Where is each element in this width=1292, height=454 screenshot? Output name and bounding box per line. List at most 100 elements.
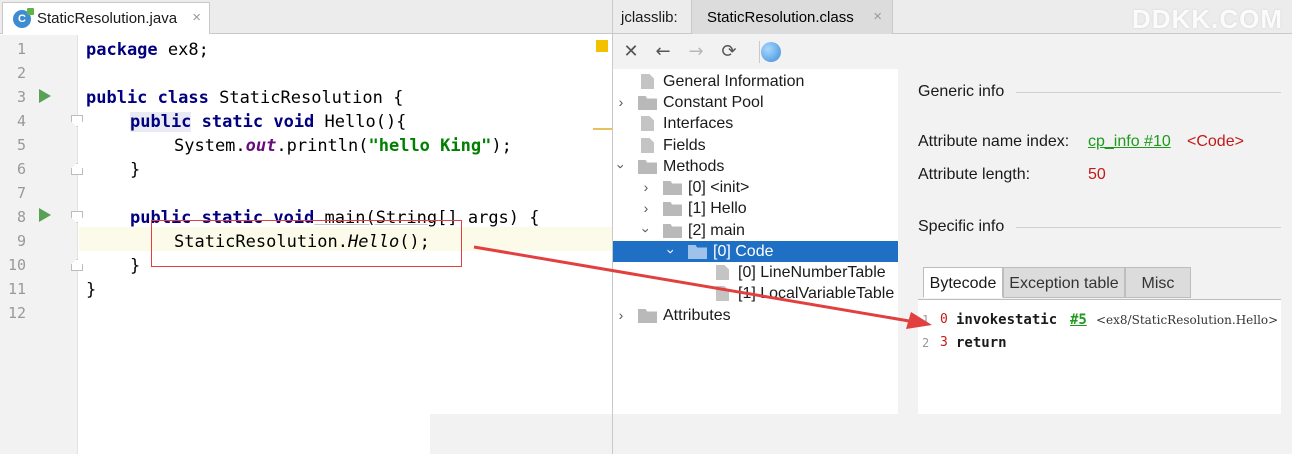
tree-item-label: Fields [663,137,706,154]
bytecode-line-number: 2 [922,336,930,350]
chevron-down-icon[interactable]: › [636,225,657,237]
editor-tab-label: StaticResolution.java [37,10,178,27]
folder-icon [663,224,682,238]
java-class-icon: C [13,8,34,28]
bytecode-opcode: return [956,335,1007,351]
tree-item-method-main[interactable]: › [2] main [613,220,898,241]
watermark: DDKK.COM [1132,4,1283,34]
file-icon [641,138,654,153]
section-divider [1016,92,1281,93]
line-number: 11 [7,280,26,298]
file-icon [641,116,654,131]
chevron-right-icon[interactable]: › [640,177,652,198]
code-line-6: } [130,160,141,180]
chevron-down-icon[interactable]: › [661,246,682,258]
tree-item-label: [0] Code [713,243,774,260]
file-icon [641,74,654,89]
folder-icon [638,96,657,110]
bytecode-view[interactable]: 1 0 invokestatic #5 <ex8/StaticResolutio… [918,299,1281,414]
generic-info-title: Generic info [918,83,1005,100]
run-main-icon[interactable] [39,208,51,222]
jclasslib-pane: jclasslib: StaticResolution.class × DDKK… [612,0,1292,454]
scroll-marker [593,128,612,130]
cp-info-link[interactable]: cp_info #10 [1088,133,1171,151]
file-icon [716,265,729,280]
globe-icon[interactable] [761,42,781,62]
editor-gutter: 1 2 3 4 5 6 7 8 9 10 11 12 [0,35,83,454]
attribute-name-index-label: Attribute name index: [918,133,1070,150]
tree-item-code[interactable]: › [0] Code [613,241,898,262]
bytecode-line-number: 1 [922,313,930,327]
constant-pool-ref-link[interactable]: #5 [1070,309,1087,331]
close-icon[interactable]: × [192,9,201,26]
tab-bytecode[interactable]: Bytecode [923,267,1003,298]
tree-item-label: Attributes [663,307,731,324]
run-class-icon[interactable] [39,89,51,103]
editor-tab-staticresolution-java[interactable]: C StaticResolution.java × [2,2,210,34]
attribute-length-label: Attribute length: [918,166,1031,183]
tree-item-local-variable-table[interactable]: [1] LocalVariableTable [613,283,898,304]
tree-item-label: [1] Hello [688,200,747,217]
class-structure-tree: General Information › Constant Pool Inte… [613,69,898,414]
line-number: 3 [16,88,26,106]
close-icon[interactable]: × [873,8,882,25]
tree-item-methods[interactable]: › Methods [613,156,898,177]
folder-icon [688,245,707,259]
close-file-button[interactable]: ✕ [619,40,643,64]
tree-item-label: Constant Pool [663,94,764,111]
toolbar-separator [759,41,760,63]
code-line-1: package ex8; [86,40,209,60]
refresh-button[interactable]: ⟳ [717,40,741,64]
tab-exception-table[interactable]: Exception table [1003,267,1125,298]
forward-button[interactable]: → [684,40,708,64]
tree-item-label: General Information [663,73,805,90]
tree-item-interfaces[interactable]: Interfaces [613,113,898,134]
folder-icon [638,160,657,174]
specific-info-title: Specific info [918,218,1005,235]
section-divider [1016,227,1281,228]
chevron-down-icon[interactable]: › [611,161,632,173]
jclasslib-toolbar: ✕ ← → ⟳ [613,35,903,69]
line-number: 5 [16,136,26,154]
bytecode-offset: 3 [940,335,948,350]
tree-item-line-number-table[interactable]: [0] LineNumberTable [613,262,898,283]
tree-item-attributes[interactable]: › Attributes [613,305,898,326]
tree-item-method-init[interactable]: › [0] <init> [613,177,898,198]
tree-item-label: [0] LineNumberTable [738,264,886,281]
back-button[interactable]: ← [651,40,675,64]
editor-bottom-strip [430,414,612,454]
line-number: 10 [7,256,26,274]
code-editor-pane: C StaticResolution.java × 1 2 3 4 5 6 7 … [0,0,612,454]
bytecode-row: 2 3 return [918,332,1281,354]
editor-tab-bar: C StaticResolution.java × [0,0,612,34]
tree-item-label: Methods [663,158,725,175]
warning-marker[interactable] [596,40,608,52]
chevron-right-icon[interactable]: › [615,92,627,113]
tree-item-label: [2] main [688,222,745,239]
code-line-11: } [86,280,97,300]
tree-item-method-hello[interactable]: › [1] Hello [613,198,898,219]
line-number: 7 [16,184,26,202]
folder-icon [638,309,657,323]
line-number: 12 [7,304,26,322]
line-number: 2 [16,64,26,82]
jclasslib-tab-staticresolution-class[interactable]: StaticResolution.class × [691,0,893,34]
attribute-name-value: <Code> [1187,133,1244,150]
chevron-right-icon[interactable]: › [615,305,627,326]
file-icon [716,286,729,301]
chevron-right-icon[interactable]: › [640,198,652,219]
tab-misc[interactable]: Misc [1125,267,1191,298]
tree-item-label: [1] LocalVariableTable [738,285,895,302]
annotation-box [151,220,462,267]
tree-item-label: Interfaces [663,115,734,132]
tree-item-general-information[interactable]: General Information [613,71,898,92]
jclasslib-tab-label: StaticResolution.class [707,9,854,26]
bytecode-comment: <ex8/StaticResolution.Hello> [1096,313,1279,327]
code-line-5: System.out.println("hello King"); [174,136,512,156]
tree-item-fields[interactable]: Fields [613,135,898,156]
tree-item-constant-pool[interactable]: › Constant Pool [613,92,898,113]
line-number: 1 [16,40,26,58]
jclasslib-prefix: jclasslib: [621,9,678,26]
jclasslib-bottom-strip [613,414,1292,454]
folder-icon [663,181,682,195]
